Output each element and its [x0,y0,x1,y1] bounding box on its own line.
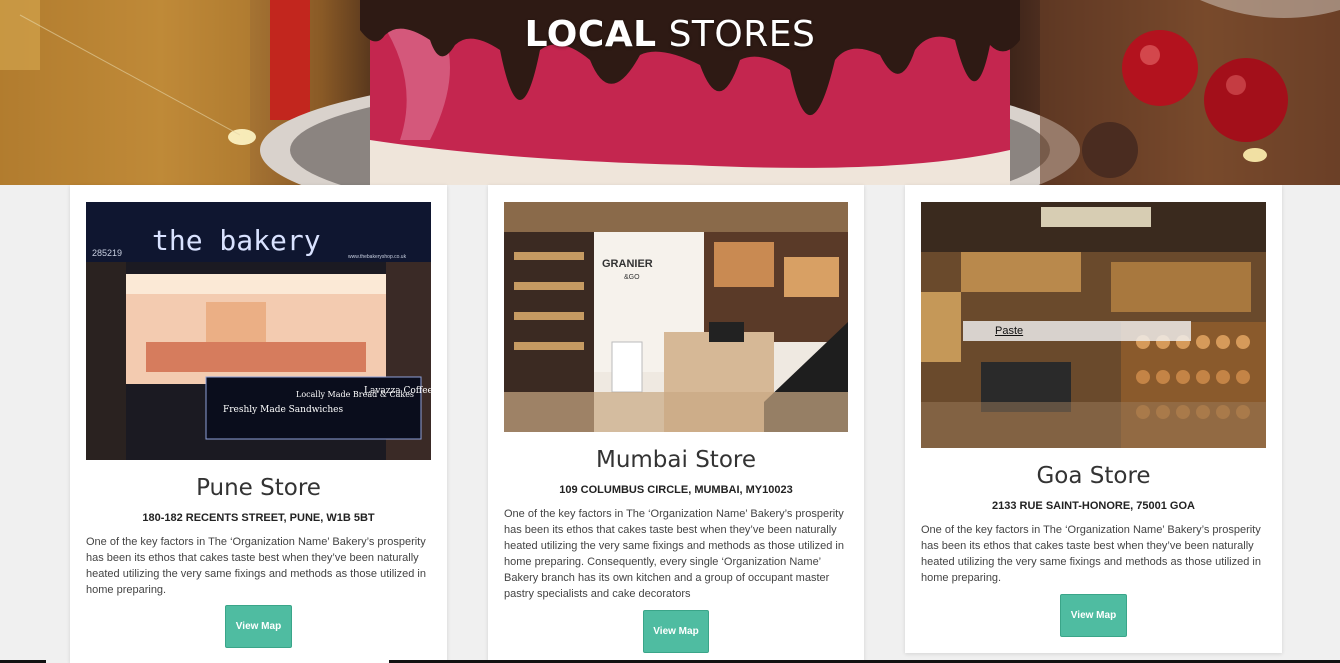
store-address-goa: 2133 RUE SAINT-HONORE, 75001 GOA [992,500,1195,512]
panel-sandwiches: Freshly Made Sandwiches [223,405,343,415]
bakery-url: www.thebakeryshop.co.uk [348,254,407,260]
store-name-mumbai: Mumbai Store [595,447,756,473]
view-map-button-pune[interactable]: View Map [225,605,292,648]
store-name-goa: Goa Store [1036,463,1151,489]
store-description-goa: One of the key factors in The ‘Organizat… [921,524,1261,584]
store-address-pune: 180-182 RECENTS STREET, PUNE, W1B 5BT [142,512,375,524]
paste-tooltip-label: Paste [995,325,1024,337]
page-title: LOCAL STORES [0,14,1340,55]
store-card-mumbai: GRANIER &GO Mumbai Store 109 COLUMBUS CI… [488,185,864,663]
granier-sub: &GO [624,274,640,281]
paste-tooltip[interactable]: Paste [963,321,1191,341]
store-address-mumbai: 109 COLUMBUS CIRCLE, MUMBAI, MY10023 [559,484,793,496]
view-map-button-mumbai[interactable]: View Map [643,610,709,653]
store-description-mumbai: One of the key factors in The ‘Organizat… [504,508,844,600]
page-title-bold: LOCAL [524,14,657,55]
store-card-pune: the bakery 285219 www.thebakeryshop.co.u… [70,185,447,663]
view-map-button-goa[interactable]: View Map [1060,594,1127,637]
panel-coffee: Lavazza Coffee [364,386,431,396]
store-photo-pune: the bakery 285219 www.thebakeryshop.co.u… [86,202,431,460]
bakery-sign: the bakery [152,224,321,257]
store-description-pune: One of the key factors in The ‘Organizat… [86,536,426,596]
hero-banner: LOCAL STORES [0,0,1340,185]
store-name-pune: Pune Store [196,475,321,501]
store-photo-goa: Paste [921,202,1266,448]
page-title-rest: STORES [656,14,816,55]
store-card-goa: Paste Goa Store 2133 RUE SAINT-HONORE, 7… [905,185,1282,653]
store-photo-mumbai: GRANIER &GO [504,202,848,432]
granier-sign: GRANIER [602,258,653,270]
bakery-phone: 285219 [92,248,122,258]
